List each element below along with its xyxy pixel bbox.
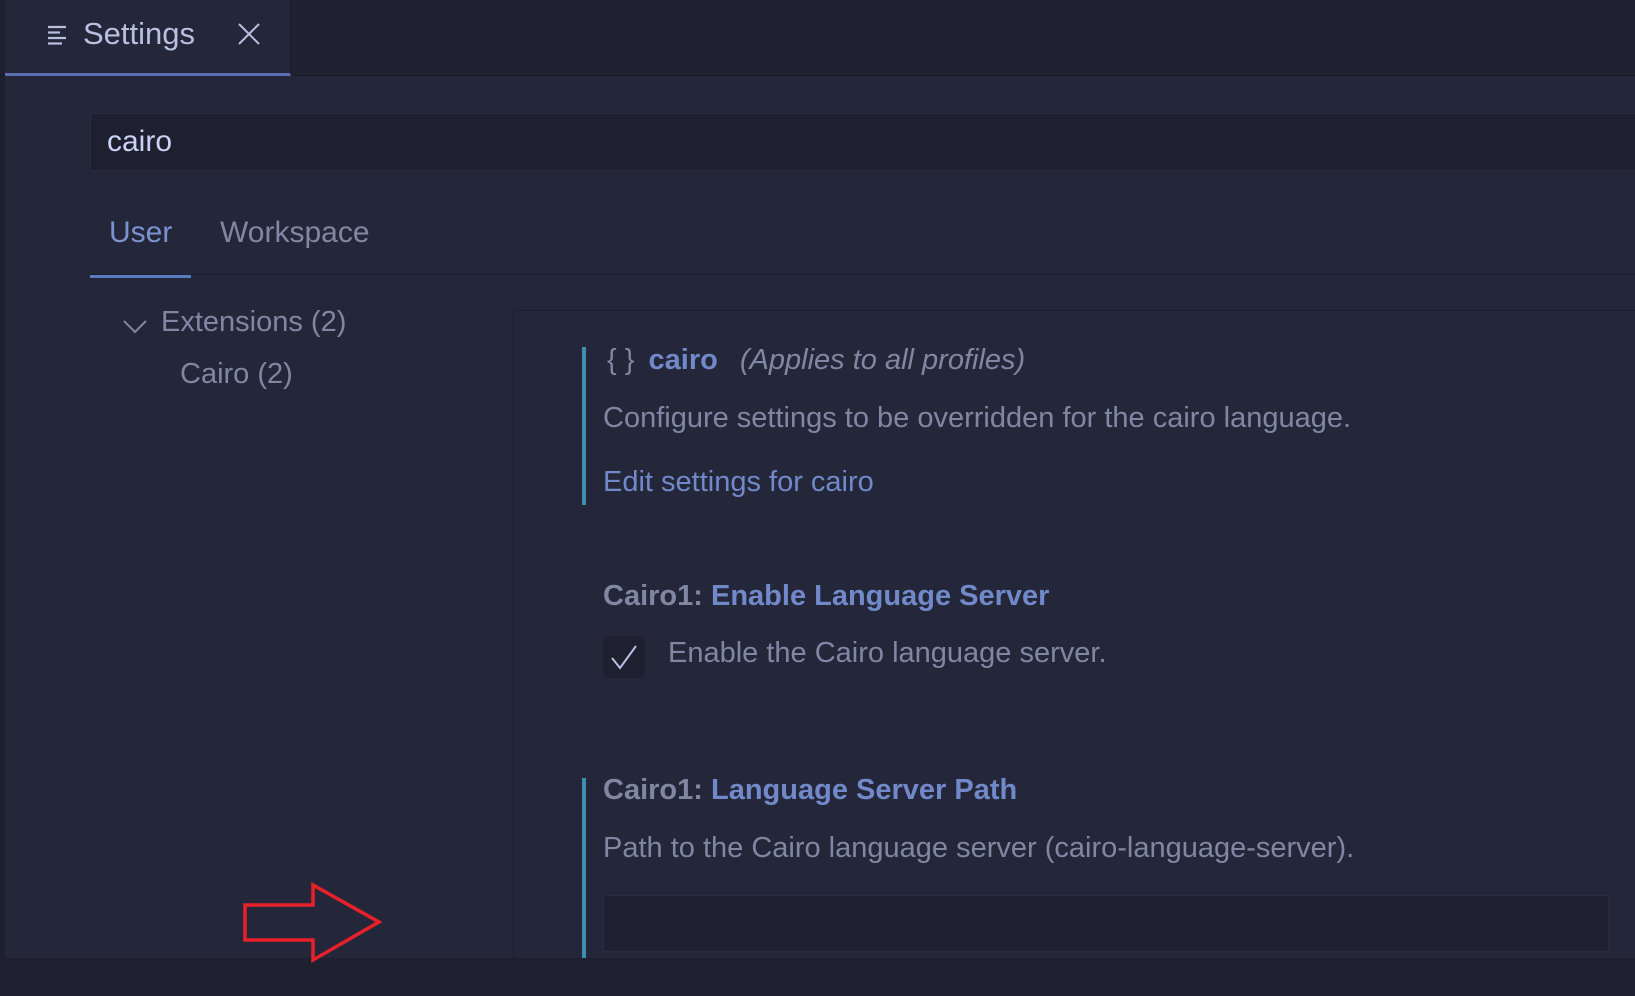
tree-item-cairo[interactable]: Cairo (2): [180, 358, 293, 391]
tab-divider: [90, 274, 1635, 275]
edit-settings-link[interactable]: Edit settings for cairo: [603, 466, 874, 499]
settings-search-input[interactable]: [90, 113, 1635, 171]
language-heading: { } cairo (Applies to all profiles): [607, 344, 1025, 377]
tab-title: Settings: [83, 16, 196, 51]
close-icon[interactable]: [237, 22, 261, 46]
tab-workspace[interactable]: Workspace: [201, 216, 389, 270]
settings-editor: User Workspace Extensions (2) Cairo (2) …: [5, 76, 1635, 964]
language-description: Configure settings to be overridden for …: [603, 402, 1352, 434]
red-arrow-annotation: [243, 882, 383, 964]
setting-description: Enable the Cairo language server.: [668, 637, 1107, 669]
language-server-path-input[interactable]: [603, 895, 1609, 952]
enable-language-server-checkbox[interactable]: [603, 636, 645, 678]
chevron-down-icon[interactable]: [123, 320, 147, 334]
editor-tab-bar: Settings: [0, 0, 1635, 76]
tab-settings[interactable]: Settings: [5, 0, 291, 76]
setting-prefix: Cairo1:: [603, 580, 711, 612]
modified-indicator: [582, 778, 586, 958]
modified-indicator: [582, 347, 586, 505]
pane-top-border: [513, 310, 1635, 311]
language-name: cairo: [648, 344, 718, 376]
tree-item-extensions[interactable]: Extensions (2): [161, 306, 346, 339]
setting-prefix: Cairo1:: [603, 774, 711, 806]
setting-description: Path to the Cairo language server (cairo…: [603, 832, 1355, 864]
check-icon: [611, 645, 637, 670]
applies-note: (Applies to all profiles): [739, 344, 1026, 376]
setting-name: Enable Language Server: [710, 580, 1050, 612]
list-icon: [48, 25, 66, 45]
pane-divider: [513, 310, 514, 958]
setting-title: Cairo1: Language Server Path: [603, 774, 1017, 807]
braces-icon: { }: [607, 344, 635, 376]
setting-name: Language Server Path: [710, 774, 1018, 806]
setting-title: Cairo1: Enable Language Server: [603, 580, 1049, 613]
tab-user[interactable]: User: [90, 216, 192, 278]
